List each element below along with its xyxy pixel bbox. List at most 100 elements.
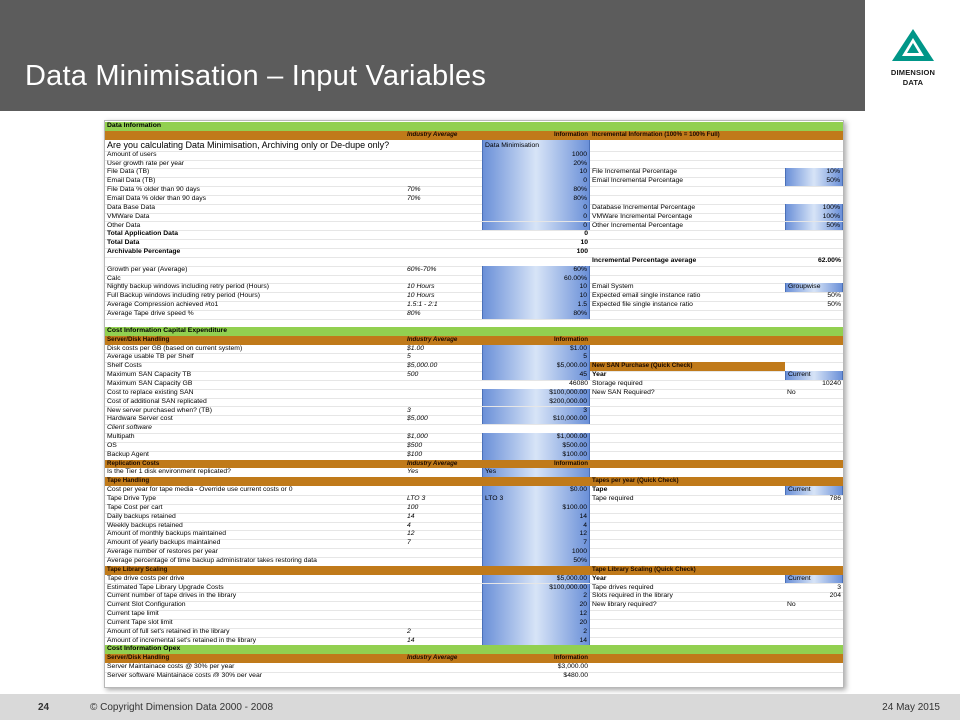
cell-c1: Current Tape slot limit xyxy=(107,618,173,626)
cell-c3: $500.00 xyxy=(482,441,590,451)
cell-c3: 0 xyxy=(482,212,590,222)
cell-c5: 204 xyxy=(829,592,841,600)
cell-c4: Tape xyxy=(592,486,608,494)
cell-c1: Cost Information Opex xyxy=(107,645,181,653)
sheet-column-header: Industry Average Information Incremental I… xyxy=(105,130,843,140)
cell-c2: 12 xyxy=(407,530,415,538)
cell-c3: 2 xyxy=(482,592,590,602)
cell-c2: 5 xyxy=(407,353,411,361)
cell-c1: Calc xyxy=(107,274,121,282)
cell-c1: Total Application Data xyxy=(107,230,178,238)
cell-c2: 60%-70% xyxy=(407,265,437,273)
cell-c4: File Incremental Percentage xyxy=(592,168,678,176)
slide-footer: 24 © Copyright Dimension Data 2000 - 200… xyxy=(0,694,960,720)
cell-c3: 0 xyxy=(482,177,590,187)
cell-c1: Cost to replace existing SAN xyxy=(107,388,194,396)
cell-c4: Expected email single instance ratio xyxy=(592,292,701,300)
dimension-data-logo: DIMENSION DATA xyxy=(878,28,948,98)
cell-c3: 0 xyxy=(584,230,588,238)
cell-c2: LTO 3 xyxy=(407,495,426,502)
cell-c2: 14 xyxy=(407,636,415,644)
cell-c1: Average Compression achieved #to1 xyxy=(107,301,219,309)
cell-c1: Maximum SAN Capacity TB xyxy=(107,371,192,379)
cell-c3: $1,000.00 xyxy=(482,433,590,442)
cell-c1: File Data (TB) xyxy=(107,168,150,176)
cell-c2: Industry Average xyxy=(407,459,458,467)
cell-c3: 10 xyxy=(482,283,590,293)
cell-c3: $5,000.00 xyxy=(482,574,590,584)
cell-c3: 20 xyxy=(482,601,590,611)
cell-c3: 0 xyxy=(482,221,590,231)
cell-c3: $200,000.00 xyxy=(482,397,590,407)
cell-c3: 60% xyxy=(482,265,590,275)
cell-c2: 500 xyxy=(407,371,419,379)
cell-c3: 1.5 xyxy=(482,301,590,310)
cell-c2: 10 Hours xyxy=(407,283,435,291)
cell-c1: Current Slot Configuration xyxy=(107,601,186,609)
cell-c2: 3 xyxy=(407,406,411,414)
sheet-column-header: Server/Disk Handling Industry Average Info… xyxy=(105,654,843,664)
cell-c1: Total Data xyxy=(107,239,140,247)
cell-c1: OS xyxy=(107,441,117,449)
cell-c2: Industry Average xyxy=(407,335,458,343)
page-number: 24 xyxy=(38,702,50,713)
cell-c1: Is the Tier 1 disk environment replicate… xyxy=(107,468,231,476)
cell-c3: $10,000.00 xyxy=(482,415,590,425)
cell-c1: Data Information xyxy=(107,122,162,129)
logo-text-2: DATA xyxy=(902,78,924,87)
slide-date: 24 May 2015 xyxy=(882,702,940,713)
cell-c2: 1.5:1 - 2:1 xyxy=(407,301,438,309)
cell-c4: Other Incremental Percentage xyxy=(592,221,684,229)
cell-c5: No xyxy=(787,388,796,396)
cell-c4: Tape drives required xyxy=(592,583,654,591)
cell-c1: Email Data % older than 90 days xyxy=(107,194,206,202)
cell-c3: 46080 xyxy=(569,379,588,387)
cell-c3: $100,000.00 xyxy=(482,388,590,398)
cell-c3: 1000 xyxy=(482,150,590,160)
cell-c5: 3 xyxy=(837,583,841,591)
cell-c1: Server/Disk Handling xyxy=(107,654,170,662)
cell-c5: 50% xyxy=(785,177,843,187)
cell-c3: $100.00 xyxy=(482,450,590,460)
cell-c3: 1000 xyxy=(482,548,590,557)
cell-c3: 45 xyxy=(482,371,590,380)
cell-c1: Maximum SAN Capacity GB xyxy=(107,379,193,387)
cell-c1: User growth rate per year xyxy=(107,159,185,167)
cell-c3: 20% xyxy=(482,159,590,169)
cell-c2: 80% xyxy=(407,310,421,317)
cell-c3: 2 xyxy=(482,627,590,637)
cell-c2: $100 xyxy=(407,450,423,458)
cell-c3: 0 xyxy=(482,203,590,213)
cell-c3: 14 xyxy=(482,512,590,522)
cell-c4: Year xyxy=(592,371,607,379)
cell-c2: 4 xyxy=(407,521,411,529)
cell-c3: 12 xyxy=(482,530,590,540)
cell-c4: Incremental Information (100% = 100% Ful… xyxy=(592,130,720,138)
cell-c1: Average Tape drive speed % xyxy=(107,310,194,317)
cell-c3: Information xyxy=(553,654,588,662)
cell-c4: Storage required xyxy=(592,379,643,387)
cell-c4: Email Incremental Percentage xyxy=(592,177,684,185)
cell-c3: 80% xyxy=(482,310,590,319)
cell-c2: $1,000 xyxy=(407,433,428,441)
cell-c1: Estimated Tape Library Upgrade Costs xyxy=(107,583,224,591)
cell-c3: 4 xyxy=(482,521,590,531)
cell-c1: Disk costs per GB (based on current syst… xyxy=(107,344,243,352)
cell-c3: Information xyxy=(553,335,588,343)
cell-c1: Average usable TB per Shelf xyxy=(107,353,194,361)
cell-c5: 10% xyxy=(785,168,843,178)
cell-c3: Information xyxy=(553,459,588,467)
cell-c2: 10 Hours xyxy=(407,292,435,300)
cell-c2: Yes xyxy=(407,468,419,476)
cell-c3: 5 xyxy=(482,353,590,363)
sheet-column-header: Replication Costs Industry Average Informa… xyxy=(105,459,843,469)
sheet-section-header: Data Information xyxy=(105,122,843,131)
cell-c5: 50% xyxy=(827,292,841,300)
cell-c1: Amount of full set's retained in the lib… xyxy=(107,627,230,635)
cell-c3: 60.00% xyxy=(482,274,590,284)
torn-edge xyxy=(105,677,843,687)
cell-c1: Cost of additional SAN replicated xyxy=(107,397,207,405)
sheet-section-header: Cost Information Capital Expenditure xyxy=(105,326,843,336)
cell-c1: Weekly backups retained xyxy=(107,521,183,529)
cell-c1: Amount of yearly backups maintained xyxy=(107,539,221,547)
